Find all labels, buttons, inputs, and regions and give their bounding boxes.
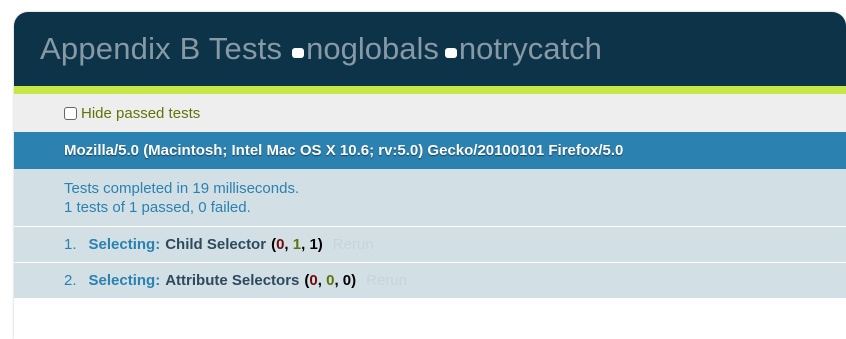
total-count: 0 — [342, 272, 352, 289]
noglobals-checkbox[interactable] — [292, 48, 305, 58]
status-banner — [14, 86, 846, 94]
notrycatch-label[interactable]: notrycatch — [459, 31, 602, 67]
option-notrycatch[interactable]: notrycatch — [444, 31, 602, 67]
test-module[interactable]: Selecting: — [89, 236, 161, 253]
notrycatch-checkbox[interactable] — [444, 48, 457, 58]
result-duration: Tests completed in 19 milliseconds. — [64, 180, 300, 197]
test-name[interactable]: Child Selector — [165, 236, 266, 253]
test-result-summary: Tests completed in 19 milliseconds. 1 te… — [14, 169, 846, 227]
hide-passed-label[interactable]: Hide passed tests — [81, 105, 200, 122]
test-name[interactable]: Attribute Selectors — [165, 272, 299, 289]
option-noglobals[interactable]: noglobals — [292, 31, 439, 67]
page-title[interactable]: Appendix B Tests — [40, 31, 282, 67]
qunit-toolbar: Hide passed tests — [14, 94, 846, 132]
passed-count: 1 — [292, 236, 302, 253]
result-counts: 1 tests of 1 passed, 0 failed. — [64, 199, 251, 216]
test-index: 2. — [64, 272, 77, 289]
hide-passed-checkbox[interactable] — [64, 106, 77, 120]
qunit-frame: Appendix B Tests noglobals notrycatch Hi… — [14, 12, 846, 339]
failed-count: 0 — [276, 236, 285, 253]
test-item[interactable]: 2. Selecting: Attribute Selectors (0, 0,… — [14, 263, 846, 299]
failed-count: 0 — [309, 272, 318, 289]
test-module[interactable]: Selecting: — [89, 272, 161, 289]
page-title-text[interactable]: Appendix B Tests — [40, 31, 282, 66]
rerun-link[interactable]: Rerun — [333, 236, 374, 253]
test-counts: (0, 1, 1) — [271, 236, 323, 253]
total-count: 1 — [309, 236, 318, 253]
noglobals-label[interactable]: noglobals — [306, 31, 439, 67]
test-item[interactable]: 1. Selecting: Child Selector (0, 1, 1) R… — [14, 227, 846, 263]
qunit-header: Appendix B Tests noglobals notrycatch — [14, 12, 846, 86]
test-counts: (0, 0, 0) — [304, 272, 357, 289]
passed-count: 0 — [326, 272, 335, 289]
test-index: 1. — [64, 236, 77, 253]
rerun-link[interactable]: Rerun — [366, 272, 407, 289]
user-agent: Mozilla/5.0 (Macintosh; Intel Mac OS X 1… — [14, 132, 846, 169]
test-list: 1. Selecting: Child Selector (0, 1, 1) R… — [14, 227, 846, 299]
